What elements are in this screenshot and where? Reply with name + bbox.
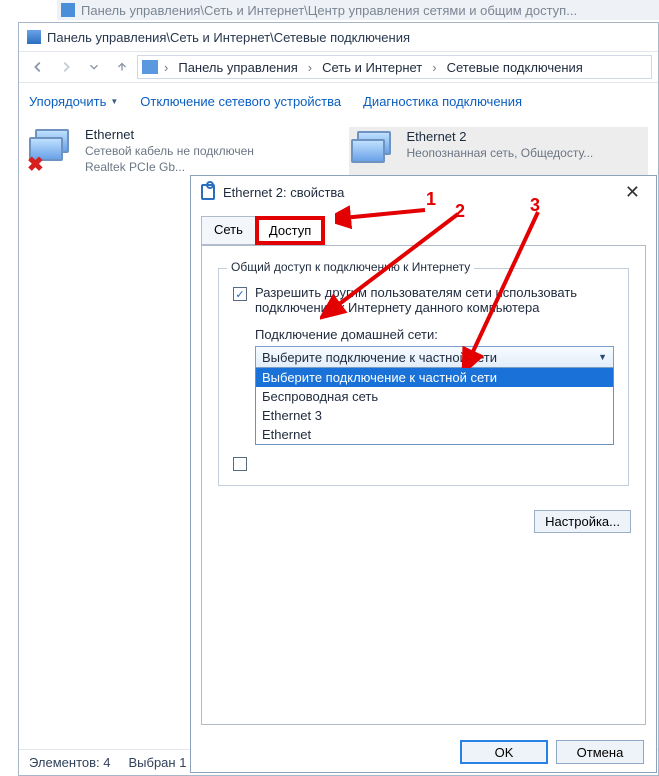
adapter-status: Сетевой кабель не подключен	[85, 143, 254, 159]
window-title: Панель управления\Сеть и Интернет\Сетевы…	[47, 30, 410, 45]
breadcrumb-root[interactable]: Панель управления	[174, 58, 301, 77]
tab-network-label: Сеть	[214, 222, 243, 237]
adapter-item-ethernet[interactable]: ✖ Ethernet Сетевой кабель не подключен R…	[29, 127, 329, 179]
tab-sharing[interactable]: Доступ	[255, 216, 325, 245]
allow-sharing-row: ✓ Разрешить другим пользователям сети ис…	[233, 285, 614, 315]
home-connection-label: Подключение домашней сети:	[255, 327, 614, 342]
organize-menu[interactable]: Упорядочить ▼	[29, 94, 118, 109]
allow-control-row: ✓	[233, 455, 614, 471]
combo-option[interactable]: Беспроводная сеть	[256, 387, 613, 406]
disable-label: Отключение сетевого устройства	[140, 94, 341, 109]
breadcrumb-bar[interactable]: › Панель управления › Сеть и Интернет › …	[137, 55, 652, 79]
chevron-right-icon: ›	[160, 60, 172, 75]
tab-network[interactable]: Сеть	[201, 216, 256, 245]
ok-button[interactable]: OK	[460, 740, 548, 764]
background-title-text: Панель управления\Сеть и Интернет\Центр …	[81, 3, 577, 18]
window-icon	[27, 30, 41, 44]
dialog-title: Ethernet 2: свойства	[223, 185, 611, 200]
ok-label: OK	[495, 745, 514, 760]
cancel-label: Отмена	[577, 745, 624, 760]
cancel-button[interactable]: Отмена	[556, 740, 644, 764]
diagnose-button[interactable]: Диагностика подключения	[363, 94, 522, 109]
settings-button-label: Настройка...	[545, 514, 620, 529]
properties-dialog: Ethernet 2: свойства ✕ Сеть Доступ Общий…	[190, 175, 657, 773]
combo-option[interactable]: Ethernet 3	[256, 406, 613, 425]
allow-control-checkbox[interactable]: ✓	[233, 457, 247, 471]
window-titlebar: Панель управления\Сеть и Интернет\Сетевы…	[19, 23, 658, 51]
up-button[interactable]	[109, 55, 135, 79]
status-count: Элементов: 4	[29, 755, 110, 770]
adapter-name: Ethernet	[85, 127, 254, 143]
adapter-status: Неопознанная сеть, Общедосту...	[407, 145, 594, 161]
home-connection-combo[interactable]: Выберите подключение к частной сети ▼ Вы…	[255, 346, 614, 445]
dialog-tabs: Сеть Доступ	[191, 208, 656, 245]
settings-button[interactable]: Настройка...	[534, 510, 631, 533]
chevron-down-icon: ▼	[598, 352, 607, 362]
tab-sharing-label: Доступ	[269, 223, 311, 238]
combo-option[interactable]: Выберите подключение к частной сети	[256, 368, 613, 387]
chevron-right-icon: ›	[428, 60, 440, 75]
dialog-panel: Общий доступ к подключению к Интернету ✓…	[201, 245, 646, 725]
allow-sharing-checkbox[interactable]: ✓	[233, 287, 247, 301]
address-bar: › Панель управления › Сеть и Интернет › …	[19, 51, 658, 83]
combo-selected[interactable]: Выберите подключение к частной сети ▼	[255, 346, 614, 368]
group-title: Общий доступ к подключению к Интернету	[227, 260, 474, 274]
breadcrumb-mid[interactable]: Сеть и Интернет	[318, 58, 426, 77]
back-button[interactable]	[25, 55, 51, 79]
background-window-title: Панель управления\Сеть и Интернет\Центр …	[57, 0, 659, 20]
chevron-down-icon: ▼	[110, 97, 118, 106]
error-x-icon: ✖	[27, 152, 44, 177]
location-icon	[142, 60, 158, 74]
breadcrumb-leaf[interactable]: Сетевые подключения	[443, 58, 587, 77]
command-bar: Упорядочить ▼ Отключение сетевого устрой…	[19, 83, 658, 119]
combo-option[interactable]: Ethernet	[256, 425, 613, 444]
close-button[interactable]: ✕	[619, 182, 646, 203]
network-adapter-icon: ✖	[29, 127, 77, 175]
status-selected: Выбран 1	[128, 755, 186, 770]
network-adapter-icon	[351, 129, 399, 177]
adapter-device: Realtek PCIe Gb...	[85, 159, 254, 175]
dialog-titlebar: Ethernet 2: свойства ✕	[191, 176, 656, 208]
disable-device-button[interactable]: Отключение сетевого устройства	[140, 94, 341, 109]
forward-button[interactable]	[53, 55, 79, 79]
organize-label: Упорядочить	[29, 94, 106, 109]
allow-sharing-label: Разрешить другим пользователям сети испо…	[255, 285, 614, 315]
combo-dropdown-list: Выберите подключение к частной сети Бесп…	[255, 368, 614, 445]
combo-selected-text: Выберите подключение к частной сети	[262, 350, 497, 365]
control-panel-icon	[61, 3, 75, 17]
sharing-group: Общий доступ к подключению к Интернету ✓…	[218, 268, 629, 486]
dialog-buttons: OK Отмена	[460, 740, 644, 764]
adapter-dialog-icon	[201, 184, 215, 200]
diagnose-label: Диагностика подключения	[363, 94, 522, 109]
adapter-item-ethernet2[interactable]: Ethernet 2 Неопознанная сеть, Общедосту.…	[349, 127, 649, 179]
recent-dropdown[interactable]	[81, 55, 107, 79]
adapter-name: Ethernet 2	[407, 129, 594, 145]
chevron-right-icon: ›	[304, 60, 316, 75]
